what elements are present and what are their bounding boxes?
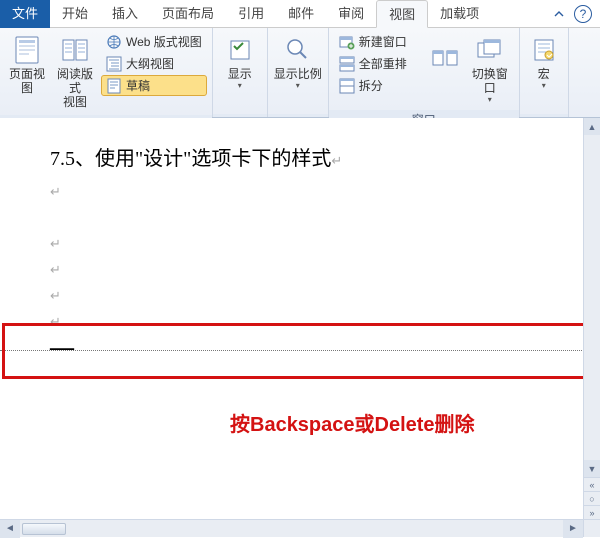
- scroll-left-icon[interactable]: ◄: [0, 520, 20, 538]
- doc-heading: 7.5、使用"设计"选项卡下的样式↵: [50, 142, 590, 171]
- group-macros-label: [520, 114, 568, 117]
- next-page-icon[interactable]: »: [584, 505, 600, 519]
- switch-window-label: 切换窗口: [467, 67, 513, 95]
- document-content: 7.5、使用"设计"选项卡下的样式↵ ↵ ↵ ↵ ↵ ↵ —: [0, 118, 600, 519]
- para-mark-icon: ↵: [50, 262, 61, 277]
- switch-window-button[interactable]: 切换窗口 ▾: [466, 31, 514, 107]
- split-button[interactable]: 拆分: [334, 75, 412, 96]
- chevron-down-icon: ▾: [542, 81, 546, 90]
- page-view-button[interactable]: 页面视图: [5, 31, 49, 112]
- scroll-up-icon[interactable]: ▲: [584, 118, 600, 135]
- group-zoom-label: [268, 114, 328, 117]
- annotation-text: 按Backspace或Delete删除: [230, 408, 475, 437]
- arrange-all-button[interactable]: 全部重排: [334, 53, 412, 74]
- zoom-icon: [282, 34, 314, 66]
- arrange-all-icon: [339, 56, 355, 72]
- draft-icon: [106, 78, 122, 94]
- hscroll-thumb[interactable]: [22, 523, 66, 535]
- hscroll-track[interactable]: [20, 520, 563, 538]
- group-show: 显示 ▾: [213, 28, 268, 117]
- group-zoom: 显示比例 ▾: [268, 28, 329, 117]
- tab-home[interactable]: 开始: [50, 0, 100, 28]
- para-mark-icon: ↵: [331, 153, 342, 168]
- ribbon-tabs: 文件 开始 插入 页面布局 引用 邮件 审阅 视图 加载项 ?: [0, 0, 600, 28]
- view-side-by-side-button[interactable]: [428, 47, 462, 91]
- browse-object-icon[interactable]: ○: [584, 491, 600, 505]
- scroll-track[interactable]: [584, 135, 600, 460]
- web-layout-icon: [106, 34, 122, 50]
- tab-view[interactable]: 视图: [376, 0, 428, 28]
- group-show-label: [213, 114, 267, 117]
- para-mark-icon: ↵: [50, 236, 61, 251]
- reading-view-label: 阅读版式 视图: [54, 67, 96, 109]
- macros-button[interactable]: 宏 ▾: [525, 31, 563, 111]
- new-window-label: 新建窗口: [359, 33, 407, 50]
- tab-addins[interactable]: 加载项: [428, 0, 491, 28]
- draft-button[interactable]: 草稿: [101, 75, 207, 96]
- draft-label: 草稿: [126, 77, 150, 94]
- document-area[interactable]: 7.5、使用"设计"选项卡下的样式↵ ↵ ↵ ↵ ↵ ↵ — 按Backspac…: [0, 118, 600, 519]
- tab-mailings[interactable]: 邮件: [276, 0, 326, 28]
- reading-view-button[interactable]: 阅读版式 视图: [53, 31, 97, 112]
- chevron-down-icon: ▾: [296, 81, 300, 90]
- tab-insert[interactable]: 插入: [100, 0, 150, 28]
- arrange-all-label: 全部重排: [359, 55, 407, 72]
- show-label: 显示: [228, 67, 252, 81]
- split-label: 拆分: [359, 77, 383, 94]
- prev-page-icon[interactable]: «: [584, 477, 600, 491]
- vertical-scrollbar[interactable]: ▲ ▼ « ○ »: [583, 118, 600, 519]
- para-mark-icon: ↵: [50, 288, 61, 303]
- horizontal-scrollbar[interactable]: ◄ ►: [0, 519, 583, 537]
- zoom-label: 显示比例: [274, 67, 322, 81]
- show-button[interactable]: 显示 ▾: [218, 31, 262, 111]
- side-by-side-icon: [432, 50, 458, 68]
- scroll-corner: [583, 519, 600, 537]
- group-doc-views: 页面视图 阅读版式 视图 Web 版式视图 大纲视图: [0, 28, 213, 117]
- outline-icon: [106, 56, 122, 72]
- group-macros: 宏 ▾: [520, 28, 569, 117]
- group-window: 新建窗口 全部重排 拆分 切换窗口 ▾: [329, 28, 520, 117]
- heading-text: 7.5、使用"设计"选项卡下的样式: [50, 148, 331, 170]
- web-layout-label: Web 版式视图: [126, 33, 202, 50]
- outline-button[interactable]: 大纲视图: [101, 53, 207, 74]
- tab-file[interactable]: 文件: [0, 0, 50, 28]
- minimize-ribbon-icon[interactable]: [550, 5, 568, 23]
- outline-label: 大纲视图: [126, 55, 174, 72]
- tab-review[interactable]: 审阅: [326, 0, 376, 28]
- tab-references[interactable]: 引用: [226, 0, 276, 28]
- new-window-button[interactable]: 新建窗口: [334, 31, 412, 52]
- macros-icon: [528, 34, 560, 66]
- help-icon[interactable]: ?: [574, 5, 592, 23]
- macros-label: 宏: [538, 67, 550, 81]
- split-icon: [339, 78, 355, 94]
- page-view-label: 页面视图: [6, 67, 48, 95]
- ribbon: 页面视图 阅读版式 视图 Web 版式视图 大纲视图: [0, 28, 600, 118]
- page-view-icon: [11, 34, 43, 66]
- show-icon: [224, 34, 256, 66]
- scroll-right-icon[interactable]: ►: [563, 520, 583, 538]
- new-window-icon: [339, 34, 355, 50]
- web-layout-button[interactable]: Web 版式视图: [101, 31, 207, 52]
- switch-window-icon: [474, 34, 506, 66]
- para-mark-icon: ↵: [50, 184, 61, 199]
- annotation-highlight-box: [2, 323, 598, 379]
- scroll-down-icon[interactable]: ▼: [584, 460, 600, 477]
- zoom-button[interactable]: 显示比例 ▾: [273, 31, 323, 111]
- chevron-down-icon: ▾: [488, 95, 492, 104]
- reading-view-icon: [59, 34, 91, 66]
- chevron-down-icon: ▾: [238, 81, 242, 90]
- tab-page-layout[interactable]: 页面布局: [150, 0, 226, 28]
